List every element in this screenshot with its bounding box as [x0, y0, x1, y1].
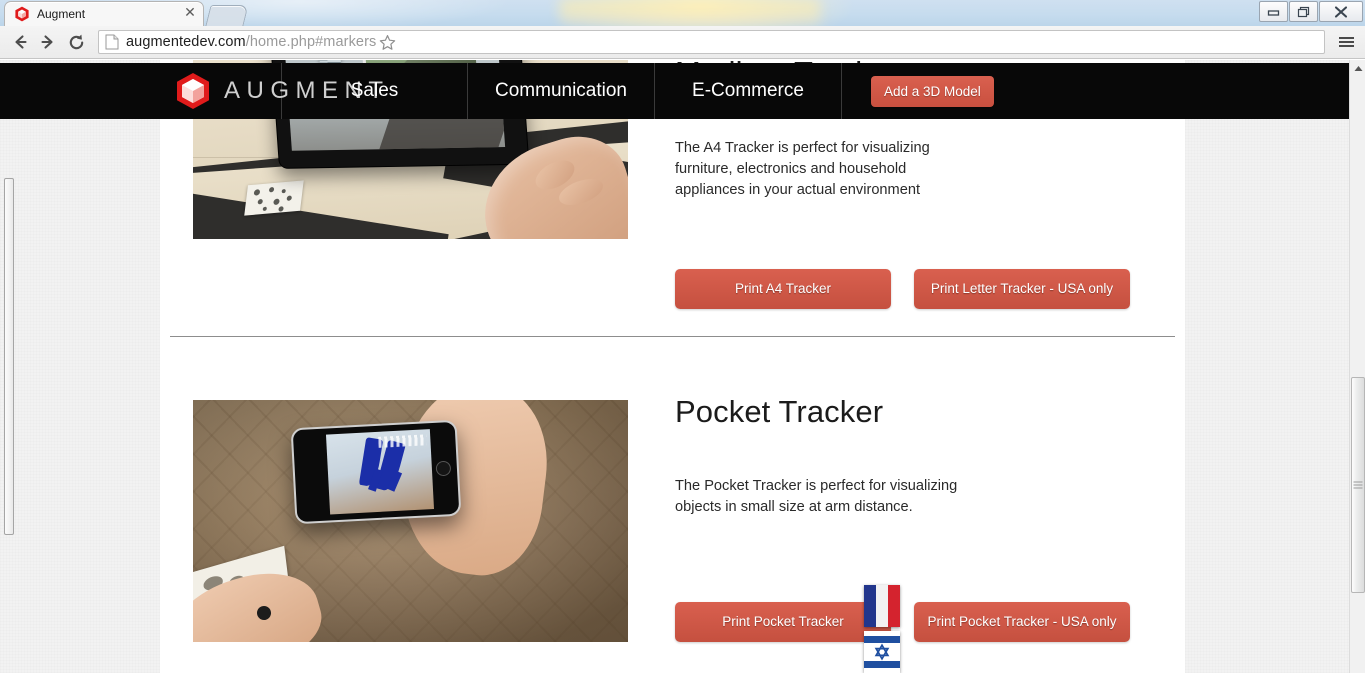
add-3d-model-button[interactable]: Add a 3D Model — [871, 75, 994, 107]
back-arrow-icon[interactable] — [6, 28, 34, 56]
scrollbar-track[interactable] — [1350, 77, 1365, 673]
tab-strip: Augment ✕ — [0, 0, 1365, 26]
close-icon[interactable]: ✕ — [183, 6, 197, 21]
print-letter-tracker-usa-button[interactable]: Print Letter Tracker - USA only — [914, 268, 1130, 309]
browser-tab-title: Augment — [37, 7, 86, 21]
scroll-up-arrow-icon[interactable] — [1350, 60, 1365, 77]
augment-hexagon-logo — [176, 72, 210, 110]
browser-tab-augment[interactable]: Augment ✕ — [4, 1, 204, 26]
page-scrollbar[interactable] — [1349, 60, 1365, 673]
browser-window: Augment ✕ augmentedev.com/home.php#marke… — [0, 0, 1365, 673]
language-selector-widget — [864, 585, 900, 673]
window-close-icon[interactable] — [1319, 1, 1363, 22]
print-pocket-tracker-button[interactable]: Print Pocket Tracker — [675, 601, 891, 642]
page-viewport: Medium Tracker The A4 Tracker is perfect… — [0, 60, 1349, 673]
nav-item-sales[interactable]: Sales — [282, 63, 468, 119]
print-pocket-tracker-usa-button[interactable]: Print Pocket Tracker - USA only — [914, 601, 1130, 642]
france-flag[interactable] — [864, 585, 900, 627]
pocket-tracker-description: The Pocket Tracker is perfect for visual… — [675, 477, 958, 515]
print-a4-tracker-button[interactable]: Print A4 Tracker — [675, 268, 891, 309]
scrollbar-grip-icon — [1353, 480, 1363, 491]
bookmark-star-icon[interactable] — [376, 34, 398, 51]
medium-tracker-buttons: Print A4 Tracker Print Letter Tracker - … — [675, 268, 1155, 309]
restore-icon[interactable] — [1289, 1, 1318, 22]
nav-item-communication[interactable]: Communication — [468, 63, 655, 119]
pocket-tracker-buttons: Print Pocket Tracker Print Pocket Tracke… — [675, 601, 1155, 642]
window-controls — [1258, 1, 1363, 22]
site-logo[interactable]: AUGMENT — [0, 63, 383, 119]
address-bar[interactable]: augmentedev.com/home.php#markers — [98, 30, 1325, 54]
url-host: augmentedev.com — [126, 34, 246, 50]
augment-hexagon-favicon — [14, 6, 30, 22]
forward-arrow-icon[interactable] — [34, 28, 62, 56]
nav-cta-container: Add a 3D Model — [842, 63, 994, 119]
browser-toolbar: augmentedev.com/home.php#markers — [0, 26, 1365, 59]
minimize-icon[interactable] — [1259, 1, 1288, 22]
site-navigation-bar: AUGMENT Sales Communication E-Commerce A… — [0, 63, 1349, 119]
url-path: /home.php#markers — [245, 34, 377, 50]
pocket-tracker-media — [160, 399, 628, 642]
collapsed-side-tab[interactable] — [4, 178, 14, 535]
address-bar-url: augmentedev.com/home.php#markers — [126, 34, 376, 50]
reload-icon[interactable] — [62, 28, 90, 56]
israel-flag[interactable] — [864, 631, 900, 673]
hamburger-menu-icon[interactable] — [1333, 29, 1359, 55]
nav-item-ecommerce[interactable]: E-Commerce — [655, 63, 842, 119]
star-of-david-icon — [874, 643, 890, 661]
pocket-tracker-photo — [193, 399, 628, 642]
pocket-tracker-title: Pocket Tracker — [675, 393, 884, 429]
wallpaper-glow — [560, 0, 820, 26]
section-divider — [170, 335, 1175, 337]
smartphone-device — [290, 419, 462, 524]
ar-marker-card — [244, 180, 304, 216]
page-document-icon — [105, 34, 119, 50]
scrollbar-thumb[interactable] — [1351, 377, 1365, 593]
medium-tracker-description: The A4 Tracker is perfect for visualizin… — [675, 140, 930, 199]
new-tab-icon[interactable] — [205, 5, 249, 26]
section-pocket-tracker: Pocket Tracker The Pocket Tracker is per… — [160, 363, 1185, 668]
page-content-card: Medium Tracker The A4 Tracker is perfect… — [160, 60, 1185, 673]
